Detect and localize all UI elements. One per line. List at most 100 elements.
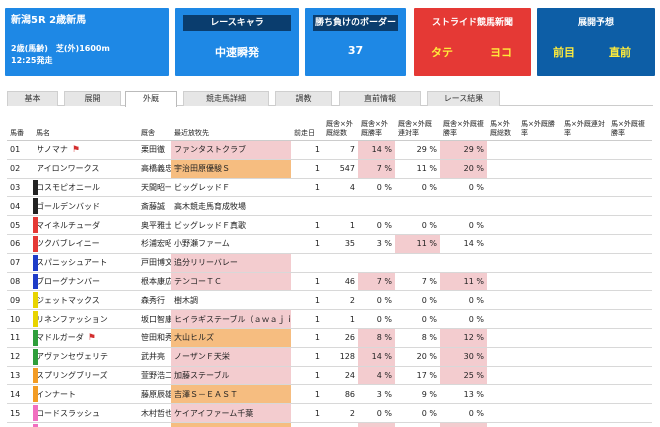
tab-gaikyu[interactable]: 外厩 <box>125 91 177 107</box>
horse-fuku-cell <box>608 159 652 179</box>
horse-name-cell[interactable]: インナート <box>33 384 138 405</box>
horse-name-cell[interactable]: ゴールデンバッド <box>33 196 138 217</box>
horse-name[interactable]: ロードスラッシュ <box>36 409 100 418</box>
table-row[interactable]: 15 ロードスラッシュ 木村哲也 ケイアイファーム千葉 1 2 0 % 0 % 0 % <box>7 403 652 423</box>
stable-win-cell: 14 % <box>358 140 395 160</box>
col-stable-win: 厩舎×外厩勝率 <box>358 120 395 141</box>
tab-training[interactable]: 調教 <box>275 91 332 106</box>
table-row[interactable]: 13 スプリングブリーズ 萱野浩二 加藤ステーブル 1 24 4 % 17 % 25 % <box>7 366 652 386</box>
horse-ren-cell <box>561 272 608 292</box>
col-trainer: 厩舎 <box>138 120 171 141</box>
horse-total-cell <box>487 309 518 329</box>
col-horse-name: 馬名 <box>33 120 138 141</box>
tab-horse-detail[interactable]: 競走馬詳細 <box>183 91 269 106</box>
farm-cell: ビッグレッドＦ真歌 <box>171 215 291 235</box>
stable-win-cell: 7 % <box>358 159 395 179</box>
race-character-card: レースキャラ 中速瞬発 <box>175 8 299 76</box>
tab-pace[interactable]: 展開 <box>64 91 121 106</box>
horse-name[interactable]: スプリングブリーズ <box>36 371 108 380</box>
horse-name-cell[interactable]: ブローグナンバー <box>33 272 138 292</box>
horse-fuku-cell <box>608 328 652 348</box>
table-row[interactable]: 14 インナート 藤原辰雄 吉澤Ｓ－ＥＡＳＴ 1 86 3 % 9 % 13 % <box>7 384 652 405</box>
horse-ren-cell <box>561 178 608 198</box>
horse-name-cell[interactable]: スパニッシュアート <box>33 253 138 273</box>
waku-color-marker <box>33 405 38 421</box>
horse-name[interactable]: コスモピオニール <box>36 183 100 192</box>
horse-name[interactable]: リネンファッション <box>36 315 108 324</box>
table-row[interactable]: 07 スパニッシュアート 戸田博文 追分リリーバレー <box>7 253 652 273</box>
table-row[interactable]: 01 サノマナ ⚑ 栗田徹 ファンタストクラブ 1 7 14 % 29 % 29 % <box>7 140 652 160</box>
waku-color-marker <box>33 329 38 346</box>
stable-win-cell: 0 % <box>358 215 395 235</box>
horse-name[interactable]: ブローグナンバー <box>36 277 100 286</box>
race-info-card: 新潟5R 2歳新馬 2歳(馬齢) 芝(外)1600m 12:25発走 <box>5 8 169 76</box>
horse-name-cell[interactable]: マイネルチューダ <box>33 215 138 235</box>
table-row[interactable]: 03 コスモピオニール 天間昭一 ビッグレッドＦ 1 4 0 % 0 % 0 % <box>7 178 652 198</box>
chokuzen-link[interactable]: 直前 <box>609 44 631 60</box>
horse-name[interactable]: アイロンワークス <box>36 164 99 173</box>
trainer-cell: 森秀行 <box>138 290 171 311</box>
horse-name-cell[interactable]: クロワルース <box>33 422 138 427</box>
table-row[interactable]: 11 マドルガーダ ⚑ 笹田和秀 大山ヒルズ 1 26 8 % 8 % 12 % <box>7 328 652 348</box>
maeme-link[interactable]: 前目 <box>553 44 575 60</box>
horse-name-cell[interactable]: サノマナ ⚑ <box>33 140 138 160</box>
horse-name[interactable]: ツクバブレイニー <box>36 239 100 248</box>
table-row[interactable]: 12 アヴァンセヴェリテ 武井亮 ノーザンＦ天栄 1 128 14 % 20 % 30 % <box>7 347 652 367</box>
tab-latest-info[interactable]: 直前情報 <box>339 91 421 106</box>
table-row[interactable]: 10 リネンファッション 坂口智康 ヒイラギステーブル（ａｗａｊｉ） 1 1 0 % 0 % 0… <box>7 309 652 329</box>
tate-link[interactable]: タテ <box>431 44 453 60</box>
waku-color-marker <box>33 217 38 233</box>
table-row[interactable]: 05 マイネルチューダ 奥平雅士 ビッグレッドＦ真歌 1 1 0 % 0 % 0 % <box>7 215 652 235</box>
waku-color-marker <box>33 198 38 215</box>
horse-fuku-cell <box>608 178 652 198</box>
table-row[interactable]: 04 ゴールデンバッド 斎藤誠 高木競走馬育成牧場 <box>7 196 652 217</box>
stable-total-cell <box>323 253 358 273</box>
stable-win-cell: 13 % <box>358 422 395 427</box>
horse-name-cell[interactable]: スプリングブリーズ <box>33 366 138 386</box>
horse-name[interactable]: ジェットマックス <box>36 296 100 305</box>
tab-basic[interactable]: 基本 <box>7 91 58 106</box>
horse-name-cell[interactable]: リネンファッション <box>33 309 138 329</box>
horse-name[interactable]: マドルガーダ <box>36 333 84 342</box>
horse-name[interactable]: マイネルチューダ <box>36 221 100 230</box>
tab-bar: 基本 展開 外厩 競走馬詳細 調教 直前情報 レース結果 <box>7 91 653 107</box>
stable-fuku-cell: 29 % <box>440 140 487 160</box>
horse-fuku-cell <box>608 403 652 423</box>
farm-cell: 高木競走馬育成牧場 <box>171 196 291 217</box>
horse-name-cell[interactable]: アヴァンセヴェリテ <box>33 347 138 367</box>
horse-ren-cell <box>561 328 608 348</box>
table-row[interactable]: 09 ジェットマックス 森秀行 樹木調 1 2 0 % 0 % 0 % <box>7 290 652 311</box>
interval-cell: 1 <box>291 403 323 423</box>
horse-fuku-cell <box>608 422 652 427</box>
farm-cell: 大山ヒルズ <box>171 328 291 348</box>
horse-name-cell[interactable]: ツクバブレイニー <box>33 234 138 254</box>
horse-name-cell[interactable]: マドルガーダ ⚑ <box>33 328 138 348</box>
table-row[interactable]: 06 ツクバブレイニー 杉浦宏昭 小野瀬ファーム 1 35 3 % 11 % 14 % <box>7 234 652 254</box>
horse-name[interactable]: スパニッシュアート <box>36 258 107 267</box>
col-horse-ren: 馬×外厩連対率 <box>561 120 608 141</box>
stable-fuku-cell: 20 % <box>440 159 487 179</box>
stable-fuku-cell: 14 % <box>440 234 487 254</box>
table-row[interactable]: 16クロワルース吉岡慎明ノーザンＦ天栄121713 %25 %34 % <box>7 422 652 427</box>
table-row[interactable]: 08 ブローグナンバー 根本康広 テンコーＴＣ 1 46 7 % 7 % 11 % <box>7 272 652 292</box>
farm-cell: 小野瀬ファーム <box>171 234 291 254</box>
stable-win-cell: 0 % <box>358 178 395 198</box>
horse-name-cell[interactable]: コスモピオニール <box>33 178 138 198</box>
horse-name[interactable]: サノマナ <box>36 145 68 154</box>
horse-name[interactable]: インナート <box>36 390 76 399</box>
stable-ren-cell: 11 % <box>395 234 440 254</box>
umaban-cell: 10 <box>7 309 33 329</box>
trainer-cell: 杉浦宏昭 <box>138 234 171 254</box>
waku-color-marker <box>33 235 38 252</box>
tab-race-result[interactable]: レース結果 <box>427 91 500 106</box>
horse-fuku-cell <box>608 140 652 160</box>
horse-name-cell[interactable]: ロードスラッシュ <box>33 403 138 423</box>
horse-fuku-cell <box>608 384 652 405</box>
horse-name-cell[interactable]: ジェットマックス <box>33 290 138 311</box>
horse-name[interactable]: アヴァンセヴェリテ <box>36 352 108 361</box>
horse-name[interactable]: ゴールデンバッド <box>36 202 100 211</box>
farm-cell: 宇治田原優駿Ｓ <box>171 159 291 179</box>
yoko-link[interactable]: ヨコ <box>490 44 512 60</box>
horse-name-cell[interactable]: アイロンワークス <box>33 159 138 179</box>
table-row[interactable]: 02 アイロンワークス 高橋義忠 宇治田原優駿Ｓ 1 547 7 % 11 % 20 % <box>7 159 652 179</box>
